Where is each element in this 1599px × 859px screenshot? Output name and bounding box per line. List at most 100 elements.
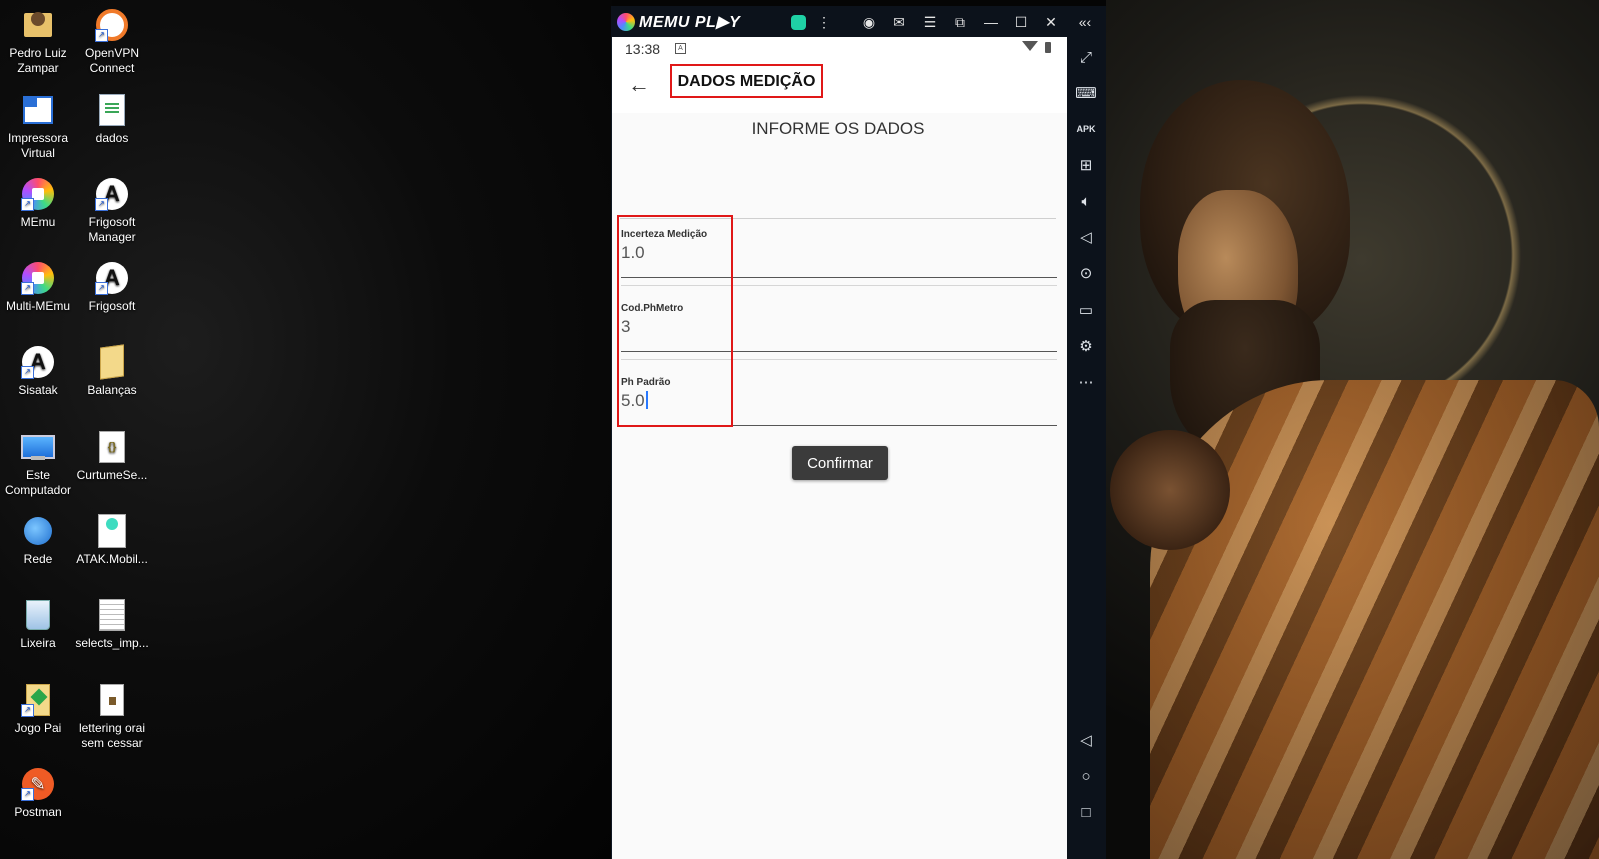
- memu-logo-icon: [617, 12, 635, 31]
- menu-icon[interactable]: ☰: [919, 11, 941, 33]
- desktop-icon-curtumese[interactable]: {} CurtumeSe...: [74, 430, 150, 483]
- battery-icon: [1045, 42, 1051, 53]
- desktop-icon-frigosoft-manager[interactable]: A ↗ Frigosoft Manager: [74, 177, 150, 245]
- desktop-icon-atak-mobil[interactable]: ATAK.Mobil...: [74, 514, 150, 567]
- memu-logo: MEMU PL▶Y: [617, 12, 740, 32]
- desktop-icon-lettering[interactable]: lettering orai sem cessar: [74, 683, 150, 751]
- desktop-icon-postman[interactable]: ✎ ↗ Postman: [0, 767, 76, 820]
- android-status-bar: 13:38 A: [612, 37, 1067, 61]
- more-vert-icon[interactable]: ⋮: [813, 11, 835, 33]
- desktop-icon-label: Este Computador: [4, 468, 72, 497]
- desktop-icon-openvpn[interactable]: ↗ OpenVPN Connect: [74, 8, 150, 76]
- close-icon[interactable]: ✕: [1040, 11, 1062, 33]
- desktop-icon-label: Postman: [14, 805, 62, 819]
- text-file-icon: [95, 598, 129, 632]
- memu-brand: MEMU PL▶Y: [639, 13, 741, 31]
- desktop-icon-label: Frigosoft Manager: [88, 215, 136, 244]
- android-home-icon[interactable]: ○: [1074, 764, 1098, 788]
- desktop-icon-label: Balanças: [87, 383, 137, 397]
- desktop-icon-label: lettering orai sem cessar: [78, 721, 146, 750]
- memu-icon: ↗: [21, 177, 55, 211]
- desktop-icon-impressora[interactable]: Impressora Virtual: [0, 93, 76, 161]
- folder-icon: [95, 344, 129, 380]
- desktop-icon-label: Sisatak: [18, 383, 58, 397]
- desktop-icon-rede[interactable]: Rede: [0, 514, 76, 567]
- desktop-icon-balancas[interactable]: Balanças: [74, 344, 150, 398]
- frigosoft-icon: A ↗: [95, 177, 129, 211]
- folder-icon[interactable]: ▭: [1074, 298, 1098, 322]
- fields-highlight-box: [617, 215, 733, 427]
- desktop-icon-label: Impressora Virtual: [7, 131, 69, 160]
- wallpaper-figure-robe: [1150, 380, 1599, 859]
- desktop-icon-este-computador[interactable]: Este Computador: [0, 430, 76, 498]
- page-title: DADOS MEDIÇÃO: [670, 64, 823, 98]
- keyboard-icon[interactable]: ⌨: [1074, 81, 1098, 105]
- fullscreen-icon[interactable]: ⤢: [1074, 45, 1098, 69]
- more-icon[interactable]: ⋯: [1074, 370, 1098, 394]
- memu-sidebar: ⤢ ⌨ APK ⊞ 🔈︎ ◁ ⊙ ▭ ⚙ ⋯ ◁ ○ □: [1067, 37, 1106, 859]
- apk-icon[interactable]: APK: [1074, 117, 1098, 141]
- network-icon: [21, 514, 55, 548]
- desktop-icon-label: Multi-MEmu: [5, 299, 70, 313]
- sisatak-icon: A ↗: [21, 345, 55, 379]
- form-subtitle: INFORME OS DADOS: [751, 119, 925, 138]
- desktop-icon-label: dados: [95, 131, 129, 145]
- desktop-icon-jogo-pai[interactable]: ↗ Jogo Pai: [0, 683, 76, 736]
- frigosoft-icon: A ↗: [95, 261, 129, 295]
- add-app-icon[interactable]: ⊞: [1074, 153, 1098, 177]
- desktop-icon-sisatak[interactable]: A ↗ Sisatak: [0, 345, 76, 398]
- desktop-icon-label: Pedro Luiz Zampar: [9, 46, 67, 75]
- desktop-icon-memu[interactable]: ↗ MEmu: [0, 177, 76, 230]
- memu-titlebar[interactable]: MEMU PL▶Y ⋮ ◉ ✉ ☰ ⧉ — ☐ ✕ «‹: [611, 6, 1106, 37]
- android-back-icon[interactable]: ◁: [1074, 728, 1098, 752]
- desktop-icon-frigosoft[interactable]: A ↗ Frigosoft: [74, 261, 150, 314]
- desktop-icon-label: Lixeira: [20, 636, 56, 650]
- desktop-icon-label: selects_imp...: [75, 636, 149, 650]
- location-icon[interactable]: ⊙: [1074, 261, 1098, 285]
- desktop-icon-lixeira[interactable]: Lixeira: [0, 598, 76, 651]
- desktop-icon-label: MEmu: [20, 215, 56, 229]
- desktop-icon-pedro[interactable]: Pedro Luiz Zampar: [0, 8, 76, 76]
- wallpaper-figure-hands: [1110, 430, 1230, 550]
- image-file-icon: [95, 683, 129, 717]
- memu-window: MEMU PL▶Y ⋮ ◉ ✉ ☰ ⧉ — ☐ ✕ «‹ 13:38 A ← D…: [611, 6, 1106, 859]
- recycle-bin-icon: [21, 598, 55, 632]
- notification-icon: A: [675, 43, 686, 54]
- desktop-icon-label: Rede: [23, 552, 53, 566]
- confirm-button[interactable]: Confirmar: [792, 446, 888, 480]
- screenshot-icon[interactable]: ⧉: [949, 11, 971, 33]
- app-badge-icon[interactable]: [787, 11, 809, 33]
- multi-memu-icon: ↗: [21, 261, 55, 295]
- desktop-icon-label: OpenVPN Connect: [84, 46, 140, 75]
- spreadsheet-file-icon: [95, 93, 129, 127]
- openvpn-icon: ↗: [95, 8, 129, 42]
- desktop-icon-dados[interactable]: dados: [74, 93, 150, 146]
- user-folder-icon: [21, 8, 55, 42]
- settings-icon[interactable]: ⚙: [1074, 334, 1098, 358]
- printer-window-icon: [21, 93, 55, 127]
- volume-down-icon[interactable]: ◁: [1074, 225, 1098, 249]
- postman-icon: ✎ ↗: [21, 767, 55, 801]
- status-time: 13:38: [625, 41, 661, 57]
- desktop-icon-label: Jogo Pai: [14, 721, 62, 735]
- desktop-icon-selects-imp[interactable]: selects_imp...: [74, 598, 150, 651]
- minimize-icon[interactable]: —: [980, 11, 1002, 33]
- account-icon[interactable]: ◉: [858, 11, 880, 33]
- json-file-icon: {}: [95, 430, 129, 464]
- desktop-icon-label: Frigosoft: [88, 299, 136, 313]
- back-arrow-icon[interactable]: ←: [628, 73, 652, 97]
- desktop-icon-label: ATAK.Mobil...: [76, 552, 148, 566]
- desktop-icon-label: CurtumeSe...: [76, 468, 148, 482]
- app-bar: ← DADOS MEDIÇÃO: [612, 61, 1067, 113]
- apk-file-icon: [95, 514, 129, 548]
- folder-icon: ↗: [21, 683, 55, 717]
- mail-icon[interactable]: ✉: [888, 11, 910, 33]
- desktop-icon-multi-memu[interactable]: ↗ Multi-MEmu: [0, 261, 76, 314]
- maximize-icon[interactable]: ☐: [1010, 11, 1032, 33]
- wifi-icon: [1022, 41, 1038, 51]
- android-recents-icon[interactable]: □: [1074, 800, 1098, 824]
- computer-icon: [21, 430, 55, 464]
- volume-up-icon[interactable]: 🔈︎: [1074, 189, 1098, 213]
- collapse-icon[interactable]: «‹: [1074, 11, 1096, 33]
- android-screen: 13:38 A ← DADOS MEDIÇÃO INFORME OS DADOS…: [612, 37, 1067, 859]
